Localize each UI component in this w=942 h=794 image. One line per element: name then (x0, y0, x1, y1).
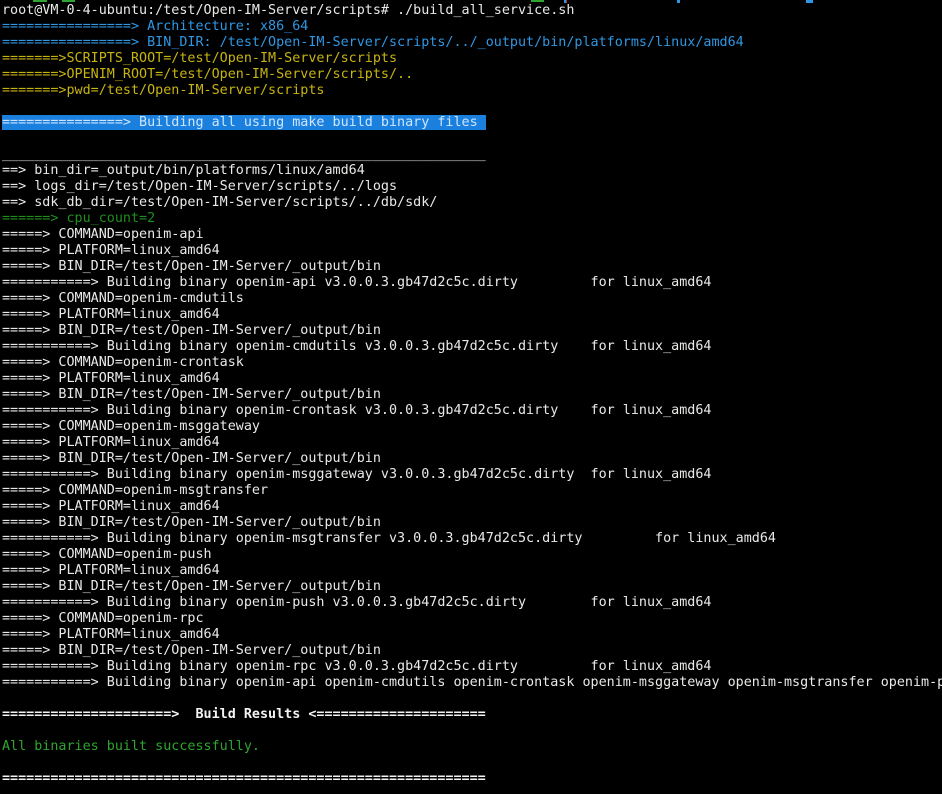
terminal-line: ===========> Building binary openim-api … (2, 275, 942, 291)
terminal-line: =====> PLATFORM=linux_amd64 (2, 307, 942, 323)
terminal-line: =====> BIN_DIR=/test/Open-IM-Server/_out… (2, 579, 942, 595)
terminal-line: =======>SCRIPTS_ROOT=/test/Open-IM-Serve… (2, 51, 942, 67)
clipped-glyph (33, 0, 47, 2)
terminal-line (2, 99, 942, 115)
terminal-line: =====> PLATFORM=linux_amd64 (2, 563, 942, 579)
terminal-line: =====> COMMAND=openim-cmdutils (2, 291, 942, 307)
terminal-line (2, 131, 942, 147)
terminal-line: =====> BIN_DIR=/test/Open-IM-Server/_out… (2, 387, 942, 403)
terminal-line: =====> BIN_DIR=/test/Open-IM-Server/_out… (2, 451, 942, 467)
terminal-line: =======>OPENIM_ROOT=/test/Open-IM-Server… (2, 67, 942, 83)
terminal-line: =====> COMMAND=openim-api (2, 227, 942, 243)
terminal-line: ===========> Building binary openim-msgt… (2, 531, 942, 547)
terminal-line: ========================================… (2, 771, 942, 787)
terminal-line: =====> PLATFORM=linux_amd64 (2, 371, 942, 387)
terminal-line: =====> BIN_DIR=/test/Open-IM-Server/_out… (2, 323, 942, 339)
terminal-output: root@VM-0-4-ubuntu:/test/Open-IM-Server/… (2, 3, 942, 787)
terminal-line: ===========> Building binary openim-api … (2, 675, 942, 691)
terminal-line: =====> PLATFORM=linux_amd64 (2, 499, 942, 515)
terminal-line: ===============> Building all using make… (2, 115, 942, 131)
terminal-line: =====================> Build Results <==… (2, 707, 942, 723)
terminal-line: ======> cpu_count=2 (2, 211, 942, 227)
terminal-line: =====> PLATFORM=linux_amd64 (2, 435, 942, 451)
terminal-line: ================> BIN_DIR: /test/Open-IM… (2, 35, 942, 51)
terminal-line: =====> COMMAND=openim-msgtransfer (2, 483, 942, 499)
terminal-line: ==> bin_dir=_output/bin/platforms/linux/… (2, 163, 942, 179)
terminal-line: =====> BIN_DIR=/test/Open-IM-Server/_out… (2, 515, 942, 531)
terminal-line: ===========> Building binary openim-msgg… (2, 467, 942, 483)
terminal-line (2, 691, 942, 707)
terminal-line: =====> COMMAND=openim-msggateway (2, 419, 942, 435)
terminal-line: ________________________________________… (2, 147, 942, 163)
terminal-line: root@VM-0-4-ubuntu:/test/Open-IM-Server/… (2, 3, 942, 19)
terminal-line: =====> COMMAND=openim-crontask (2, 355, 942, 371)
terminal-line: =====> BIN_DIR=/test/Open-IM-Server/_out… (2, 643, 942, 659)
terminal-line: ==> logs_dir=/test/Open-IM-Server/script… (2, 179, 942, 195)
terminal-line: ===========> Building binary openim-cron… (2, 403, 942, 419)
terminal-line: =====> COMMAND=openim-rpc (2, 611, 942, 627)
clipped-glyph (62, 0, 75, 2)
terminal-line: ===========> Building binary openim-cmdu… (2, 339, 942, 355)
terminal-line (2, 755, 942, 771)
terminal-line: ===========> Building binary openim-rpc … (2, 659, 942, 675)
terminal-line: =====> COMMAND=openim-push (2, 547, 942, 563)
terminal-line: ===========> Building binary openim-push… (2, 595, 942, 611)
terminal-line: =======>pwd=/test/Open-IM-Server/scripts (2, 83, 942, 99)
clipped-glyph (531, 0, 544, 2)
terminal-window[interactable]: root@VM-0-4-ubuntu:/test/Open-IM-Server/… (0, 0, 942, 794)
terminal-line (2, 723, 942, 739)
terminal-line: =====> PLATFORM=linux_amd64 (2, 627, 942, 643)
terminal-line: ================> Architecture: x86_64 (2, 19, 942, 35)
terminal-line: =====> BIN_DIR=/test/Open-IM-Server/_out… (2, 259, 942, 275)
terminal-line: ==> sdk_db_dir=/test/Open-IM-Server/scri… (2, 195, 942, 211)
terminal-line: All binaries built successfully. (2, 739, 942, 755)
terminal-line: =====> PLATFORM=linux_amd64 (2, 243, 942, 259)
